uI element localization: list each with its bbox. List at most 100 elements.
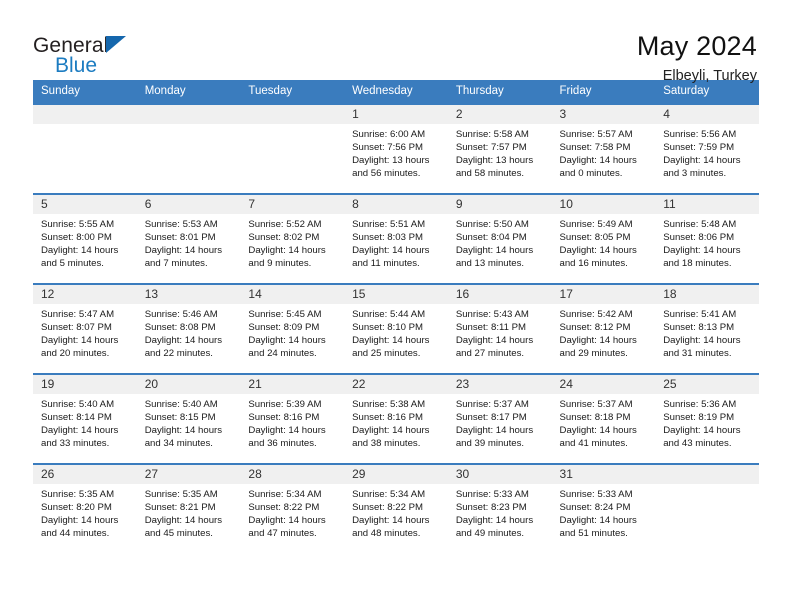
day-cell[interactable]: 30 Sunrise: 5:33 AM Sunset: 8:23 PM Dayligh… — [447, 463, 552, 554]
day-number: 25 — [655, 375, 759, 394]
day-cell[interactable]: 1 Sunrise: 6:00 AM Sunset: 7:56 PM Daylight… — [344, 103, 448, 194]
day-number: 12 — [33, 285, 137, 304]
day-cell[interactable]: 8 Sunrise: 5:51 AM Sunset: 8:03 PM Daylight… — [344, 193, 448, 284]
sunrise-text: Sunrise: 5:48 AM — [663, 219, 737, 230]
day-details: Sunrise: 5:40 AM Sunset: 8:15 PM Daylight:… — [137, 394, 241, 450]
day-cell[interactable]: 18 Sunrise: 5:41 AM Sunset: 8:13 PM Dayligh… — [655, 283, 759, 374]
sunrise-text: Sunrise: 5:43 AM — [455, 309, 529, 320]
sunrise-text: Sunrise: 5:52 AM — [248, 219, 322, 230]
daylight-text-line1: Daylight: 14 hours — [144, 245, 223, 257]
day-cell[interactable]: 3 Sunrise: 5:57 AM Sunset: 7:58 PM Daylight… — [551, 103, 656, 194]
day-number: 24 — [551, 375, 656, 394]
sunrise-text: Sunrise: 5:47 AM — [41, 309, 115, 320]
daylight-text-line2: and 44 minutes. — [41, 528, 110, 540]
daylight-text-line2: and 47 minutes. — [248, 528, 317, 540]
daylight-text-line2: and 39 minutes. — [455, 438, 525, 450]
day-cell[interactable]: 2 Sunrise: 5:58 AM Sunset: 7:57 PM Daylight… — [447, 103, 552, 194]
daylight-text-line2: and 49 minutes. — [455, 528, 525, 540]
day-cell[interactable]: 27 Sunrise: 5:35 AM Sunset: 8:21 PM Dayligh… — [136, 463, 241, 554]
logo-text-blue: Blue — [55, 54, 98, 77]
day-cell[interactable]: 5 Sunrise: 5:55 AM Sunset: 8:00 PM Daylight… — [33, 193, 137, 284]
day-cell[interactable]: 25 Sunrise: 5:36 AM Sunset: 8:19 PM Dayligh… — [655, 373, 759, 464]
day-details: Sunrise: 5:45 AM Sunset: 8:09 PM Daylight:… — [240, 304, 344, 360]
day-cell[interactable]: 21 Sunrise: 5:39 AM Sunset: 8:16 PM Dayligh… — [240, 373, 345, 464]
day-details: Sunrise: 5:34 AM Sunset: 8:22 PM Daylight:… — [240, 484, 344, 540]
day-number: 9 — [447, 195, 552, 214]
day-number: 17 — [551, 285, 656, 304]
daylight-text-line1: Daylight: 14 hours — [455, 515, 534, 527]
day-details: Sunrise: 5:55 AM Sunset: 8:00 PM Daylight:… — [33, 214, 137, 270]
day-cell[interactable]: 29 Sunrise: 5:34 AM Sunset: 8:22 PM Dayligh… — [344, 463, 448, 554]
day-cell[interactable]: 16 Sunrise: 5:43 AM Sunset: 8:11 PM Dayligh… — [447, 283, 552, 374]
day-cell[interactable]: 31 Sunrise: 5:33 AM Sunset: 8:24 PM Dayligh… — [551, 463, 656, 554]
day-cell[interactable]: 7 Sunrise: 5:52 AM Sunset: 8:02 PM Daylight… — [240, 193, 345, 284]
sunrise-text: Sunrise: 5:37 AM — [455, 399, 529, 410]
day-cell[interactable]: 15 Sunrise: 5:44 AM Sunset: 8:10 PM Dayligh… — [344, 283, 448, 374]
day-details: Sunrise: 5:34 AM Sunset: 8:22 PM Daylight:… — [344, 484, 448, 540]
daylight-text-line1: Daylight: 14 hours — [663, 335, 741, 347]
day-cell[interactable]: 28 Sunrise: 5:34 AM Sunset: 8:22 PM Dayligh… — [240, 463, 345, 554]
day-details: Sunrise: 5:48 AM Sunset: 8:06 PM Daylight:… — [655, 214, 759, 270]
day-number: 7 — [240, 195, 345, 214]
daylight-text-line1: Daylight: 14 hours — [352, 515, 430, 527]
sunset-text: Sunset: 8:21 PM — [144, 502, 216, 514]
day-cell[interactable]: 22 Sunrise: 5:38 AM Sunset: 8:16 PM Dayligh… — [344, 373, 448, 464]
daylight-text-line1: Daylight: 14 hours — [248, 515, 326, 527]
daylight-text-line2: and 58 minutes. — [455, 168, 525, 180]
day-details: Sunrise: 5:49 AM Sunset: 8:05 PM Daylight:… — [552, 214, 656, 270]
sunset-text: Sunset: 8:06 PM — [663, 232, 735, 244]
day-number: 30 — [447, 465, 552, 484]
day-number: 1 — [344, 105, 448, 124]
daylight-text-line2: and 0 minutes. — [559, 168, 623, 180]
day-cell[interactable]: 17 Sunrise: 5:42 AM Sunset: 8:12 PM Dayligh… — [551, 283, 656, 374]
daylight-text-line2: and 38 minutes. — [352, 438, 421, 450]
daylight-text-line2: and 51 minutes. — [559, 528, 628, 540]
calendar-week-row: 5 Sunrise: 5:55 AM Sunset: 8:00 PM Daylight… — [33, 193, 759, 284]
day-cell[interactable]: 10 Sunrise: 5:49 AM Sunset: 8:05 PM Dayligh… — [551, 193, 656, 284]
calendar-week-row: 26 Sunrise: 5:35 AM Sunset: 8:20 PM Dayligh… — [33, 463, 759, 554]
sunset-text: Sunset: 8:09 PM — [248, 322, 320, 334]
day-number: 26 — [33, 465, 137, 484]
weekday-header-wednesday: Wednesday — [344, 80, 448, 104]
sunrise-text: Sunrise: 5:55 AM — [41, 219, 115, 230]
day-cell[interactable]: 26 Sunrise: 5:35 AM Sunset: 8:20 PM Dayligh… — [33, 463, 137, 554]
daylight-text-line1: Daylight: 14 hours — [41, 335, 119, 347]
sunrise-text: Sunrise: 5:42 AM — [559, 309, 633, 320]
day-details: Sunrise: 5:58 AM Sunset: 7:57 PM Daylight:… — [448, 124, 552, 180]
page-header: General Blue May 2024 Elbeyli, Turkey — [33, 0, 759, 84]
daylight-text-line1: Daylight: 14 hours — [663, 245, 741, 257]
day-cell[interactable]: 14 Sunrise: 5:45 AM Sunset: 8:09 PM Dayligh… — [240, 283, 345, 374]
daylight-text-line2: and 25 minutes. — [352, 348, 421, 360]
day-number: 11 — [655, 195, 759, 214]
general-blue-logo[interactable]: General Blue — [33, 30, 158, 78]
day-cell[interactable]: 19 Sunrise: 5:40 AM Sunset: 8:14 PM Dayligh… — [33, 373, 137, 464]
day-cell[interactable]: 23 Sunrise: 5:37 AM Sunset: 8:17 PM Dayligh… — [447, 373, 552, 464]
day-cell[interactable]: 11 Sunrise: 5:48 AM Sunset: 8:06 PM Dayligh… — [655, 193, 759, 284]
day-number: 23 — [447, 375, 552, 394]
day-cell[interactable]: 6 Sunrise: 5:53 AM Sunset: 8:01 PM Daylight… — [136, 193, 241, 284]
daylight-text-line2: and 24 minutes. — [248, 348, 317, 360]
daylight-text-line1: Daylight: 14 hours — [352, 425, 430, 437]
daylight-text-line1: Daylight: 14 hours — [352, 245, 430, 257]
daylight-text-line2: and 20 minutes. — [41, 348, 110, 360]
day-details: Sunrise: 5:38 AM Sunset: 8:16 PM Daylight:… — [344, 394, 448, 450]
sunrise-text: Sunrise: 5:41 AM — [663, 309, 737, 320]
day-number — [136, 105, 241, 124]
day-details: Sunrise: 5:42 AM Sunset: 8:12 PM Daylight:… — [552, 304, 656, 360]
day-number — [33, 105, 137, 124]
daylight-text-line2: and 7 minutes. — [144, 258, 208, 270]
day-cell[interactable]: 12 Sunrise: 5:47 AM Sunset: 8:07 PM Dayligh… — [33, 283, 137, 374]
day-cell[interactable]: 24 Sunrise: 5:37 AM Sunset: 8:18 PM Dayligh… — [551, 373, 656, 464]
day-number: 3 — [551, 105, 656, 124]
day-cell-empty — [655, 463, 759, 554]
day-cell[interactable]: 4 Sunrise: 5:56 AM Sunset: 7:59 PM Daylight… — [655, 103, 759, 194]
daylight-text-line1: Daylight: 14 hours — [559, 425, 637, 437]
day-cell[interactable]: 13 Sunrise: 5:46 AM Sunset: 8:08 PM Dayligh… — [136, 283, 241, 374]
sunset-text: Sunset: 8:15 PM — [144, 412, 216, 424]
sunset-text: Sunset: 8:16 PM — [352, 412, 424, 424]
day-number: 10 — [551, 195, 656, 214]
sunset-text: Sunset: 8:01 PM — [144, 232, 216, 244]
day-cell[interactable]: 9 Sunrise: 5:50 AM Sunset: 8:04 PM Daylight… — [447, 193, 552, 284]
day-cell[interactable]: 20 Sunrise: 5:40 AM Sunset: 8:15 PM Dayligh… — [136, 373, 241, 464]
sunset-text: Sunset: 8:23 PM — [455, 502, 527, 514]
